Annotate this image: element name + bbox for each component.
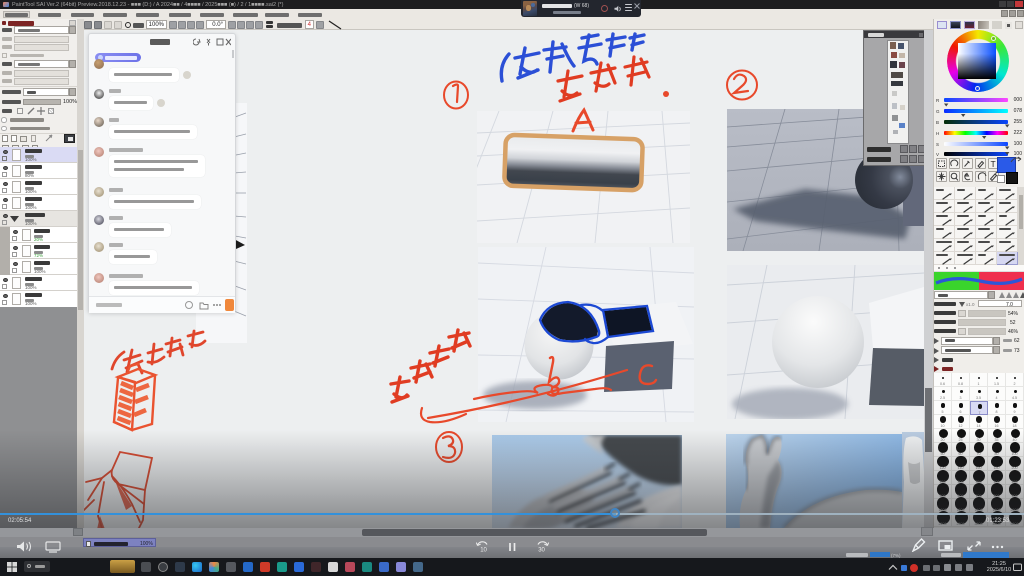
svg-text:30: 30 bbox=[538, 548, 545, 554]
svg-text:10: 10 bbox=[480, 548, 487, 554]
svg-text:T: T bbox=[991, 159, 996, 169]
